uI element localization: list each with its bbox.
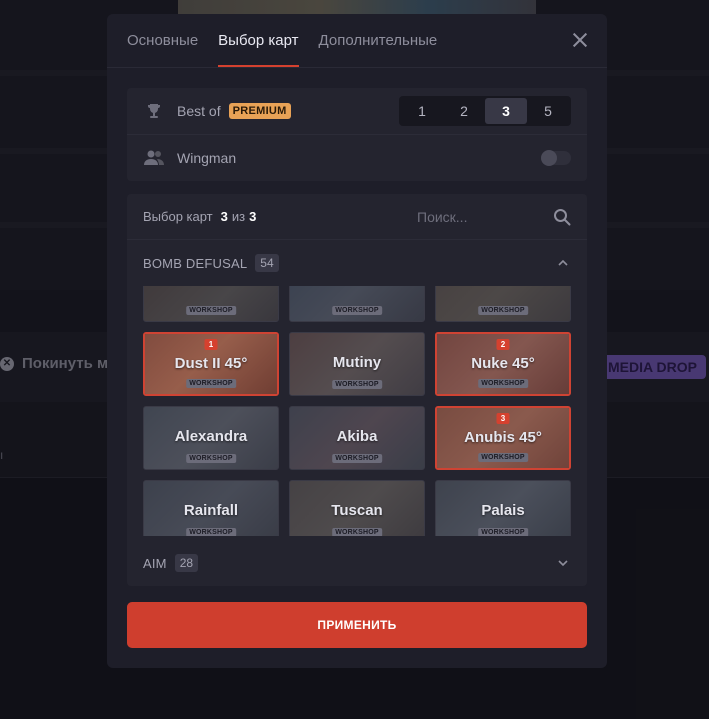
map-card-nuke-45[interactable]: 2 Nuke 45° WORKSHOP bbox=[435, 332, 571, 396]
best-of-row: Best of PREMIUM 1 2 3 5 bbox=[127, 88, 587, 134]
map-name: Alexandra bbox=[174, 428, 248, 445]
search-input[interactable] bbox=[417, 206, 527, 228]
best-of-selector: 1 2 3 5 bbox=[399, 96, 571, 126]
maps-header: Выбор карт 3 из 3 bbox=[127, 194, 587, 240]
best-of-option-5[interactable]: 5 bbox=[527, 98, 569, 124]
map-name: Dust II 45° bbox=[174, 355, 248, 372]
toggle-knob bbox=[541, 150, 557, 166]
premium-badge: PREMIUM bbox=[228, 103, 291, 119]
search-icon[interactable] bbox=[553, 208, 571, 226]
workshop-badge: WORKSHOP bbox=[186, 454, 236, 463]
map-card-dust2-45[interactable]: 1 Dust II 45° WORKSHOP bbox=[143, 332, 279, 396]
map-select-label: Выбор карт bbox=[143, 209, 213, 224]
wingman-row: Wingman bbox=[127, 134, 587, 180]
wingman-toggle[interactable] bbox=[541, 150, 571, 166]
category-name: AIM bbox=[143, 555, 167, 571]
map-shade bbox=[144, 286, 278, 321]
map-shade bbox=[436, 286, 570, 321]
map-card-akiba[interactable]: Akiba WORKSHOP bbox=[289, 406, 425, 470]
selection-order-badge: 3 bbox=[496, 413, 510, 424]
category-bomb-defusal[interactable]: BOMB DEFUSAL 54 bbox=[127, 240, 587, 286]
selection-order-badge: 2 bbox=[496, 339, 510, 350]
trophy-icon bbox=[143, 100, 165, 122]
map-name: Rainfall bbox=[183, 502, 239, 519]
map-card[interactable]: WORKSHOP bbox=[143, 286, 279, 322]
best-of-option-1[interactable]: 1 bbox=[401, 98, 443, 124]
category-aim[interactable]: AIM 28 bbox=[127, 540, 587, 586]
close-icon[interactable] bbox=[571, 31, 589, 49]
tab-additional[interactable]: Дополнительные bbox=[319, 14, 438, 67]
map-selection-modal: Основные Выбор карт Дополнительные Best … bbox=[107, 14, 607, 668]
map-name: Akiba bbox=[336, 428, 378, 445]
map-card-rainfall[interactable]: Rainfall WORKSHOP bbox=[143, 480, 279, 536]
selected-count: 3 bbox=[220, 209, 228, 224]
workshop-badge: WORKSHOP bbox=[478, 453, 528, 462]
map-card-palais[interactable]: Palais WORKSHOP bbox=[435, 480, 571, 536]
best-of-label: Best of bbox=[177, 103, 221, 119]
workshop-badge: WORKSHOP bbox=[332, 528, 382, 536]
best-of-option-2[interactable]: 2 bbox=[443, 98, 485, 124]
tab-map-select[interactable]: Выбор карт bbox=[218, 14, 299, 67]
map-name: Mutiny bbox=[332, 354, 382, 371]
map-shade bbox=[290, 286, 424, 321]
map-card-anubis-45[interactable]: 3 Anubis 45° WORKSHOP bbox=[435, 406, 571, 470]
map-card[interactable]: WORKSHOP bbox=[289, 286, 425, 322]
selection-order-badge: 1 bbox=[204, 339, 218, 350]
map-card-mutiny[interactable]: Mutiny WORKSHOP bbox=[289, 332, 425, 396]
category-name: BOMB DEFUSAL bbox=[143, 255, 248, 271]
maps-grid-viewport: WORKSHOP WORKSHOP WORKSHOP 1 Dust II 45°… bbox=[127, 286, 587, 536]
category-count: 54 bbox=[255, 254, 279, 272]
best-of-option-3[interactable]: 3 bbox=[485, 98, 527, 124]
map-card-alexandra[interactable]: Alexandra WORKSHOP bbox=[143, 406, 279, 470]
tab-basic[interactable]: Основные bbox=[127, 14, 198, 67]
chevron-up-icon bbox=[558, 259, 568, 266]
workshop-badge: WORKSHOP bbox=[478, 528, 528, 536]
maps-panel: Выбор карт 3 из 3 BOMB DEFUSAL 54 WORKSH… bbox=[127, 194, 587, 586]
match-settings: Best of PREMIUM 1 2 3 5 Wingman bbox=[127, 88, 587, 181]
workshop-badge: WORKSHOP bbox=[332, 380, 382, 389]
workshop-badge: WORKSHOP bbox=[478, 306, 528, 315]
map-name: Nuke 45° bbox=[471, 355, 535, 372]
max-count: 3 bbox=[249, 209, 257, 224]
map-card[interactable]: WORKSHOP bbox=[435, 286, 571, 322]
map-name: Tuscan bbox=[331, 502, 383, 519]
users-icon bbox=[143, 147, 165, 169]
map-name: Palais bbox=[481, 502, 525, 519]
category-count: 28 bbox=[174, 554, 199, 572]
chevron-down-icon bbox=[558, 560, 568, 567]
workshop-badge: WORKSHOP bbox=[332, 454, 382, 463]
of-label: из bbox=[231, 209, 246, 224]
modal-header: Основные Выбор карт Дополнительные bbox=[107, 14, 607, 68]
workshop-badge: WORKSHOP bbox=[186, 528, 236, 536]
map-card-tuscan[interactable]: Tuscan WORKSHOP bbox=[289, 480, 425, 536]
workshop-badge: WORKSHOP bbox=[186, 306, 236, 315]
maps-grid: WORKSHOP WORKSHOP WORKSHOP 1 Dust II 45°… bbox=[143, 286, 571, 536]
wingman-label: Wingman bbox=[177, 149, 237, 166]
workshop-badge: WORKSHOP bbox=[186, 379, 236, 388]
workshop-badge: WORKSHOP bbox=[478, 379, 528, 388]
apply-button[interactable]: ПРИМЕНИТЬ bbox=[127, 602, 587, 648]
workshop-badge: WORKSHOP bbox=[332, 306, 382, 315]
map-name: Anubis 45° bbox=[464, 429, 542, 446]
